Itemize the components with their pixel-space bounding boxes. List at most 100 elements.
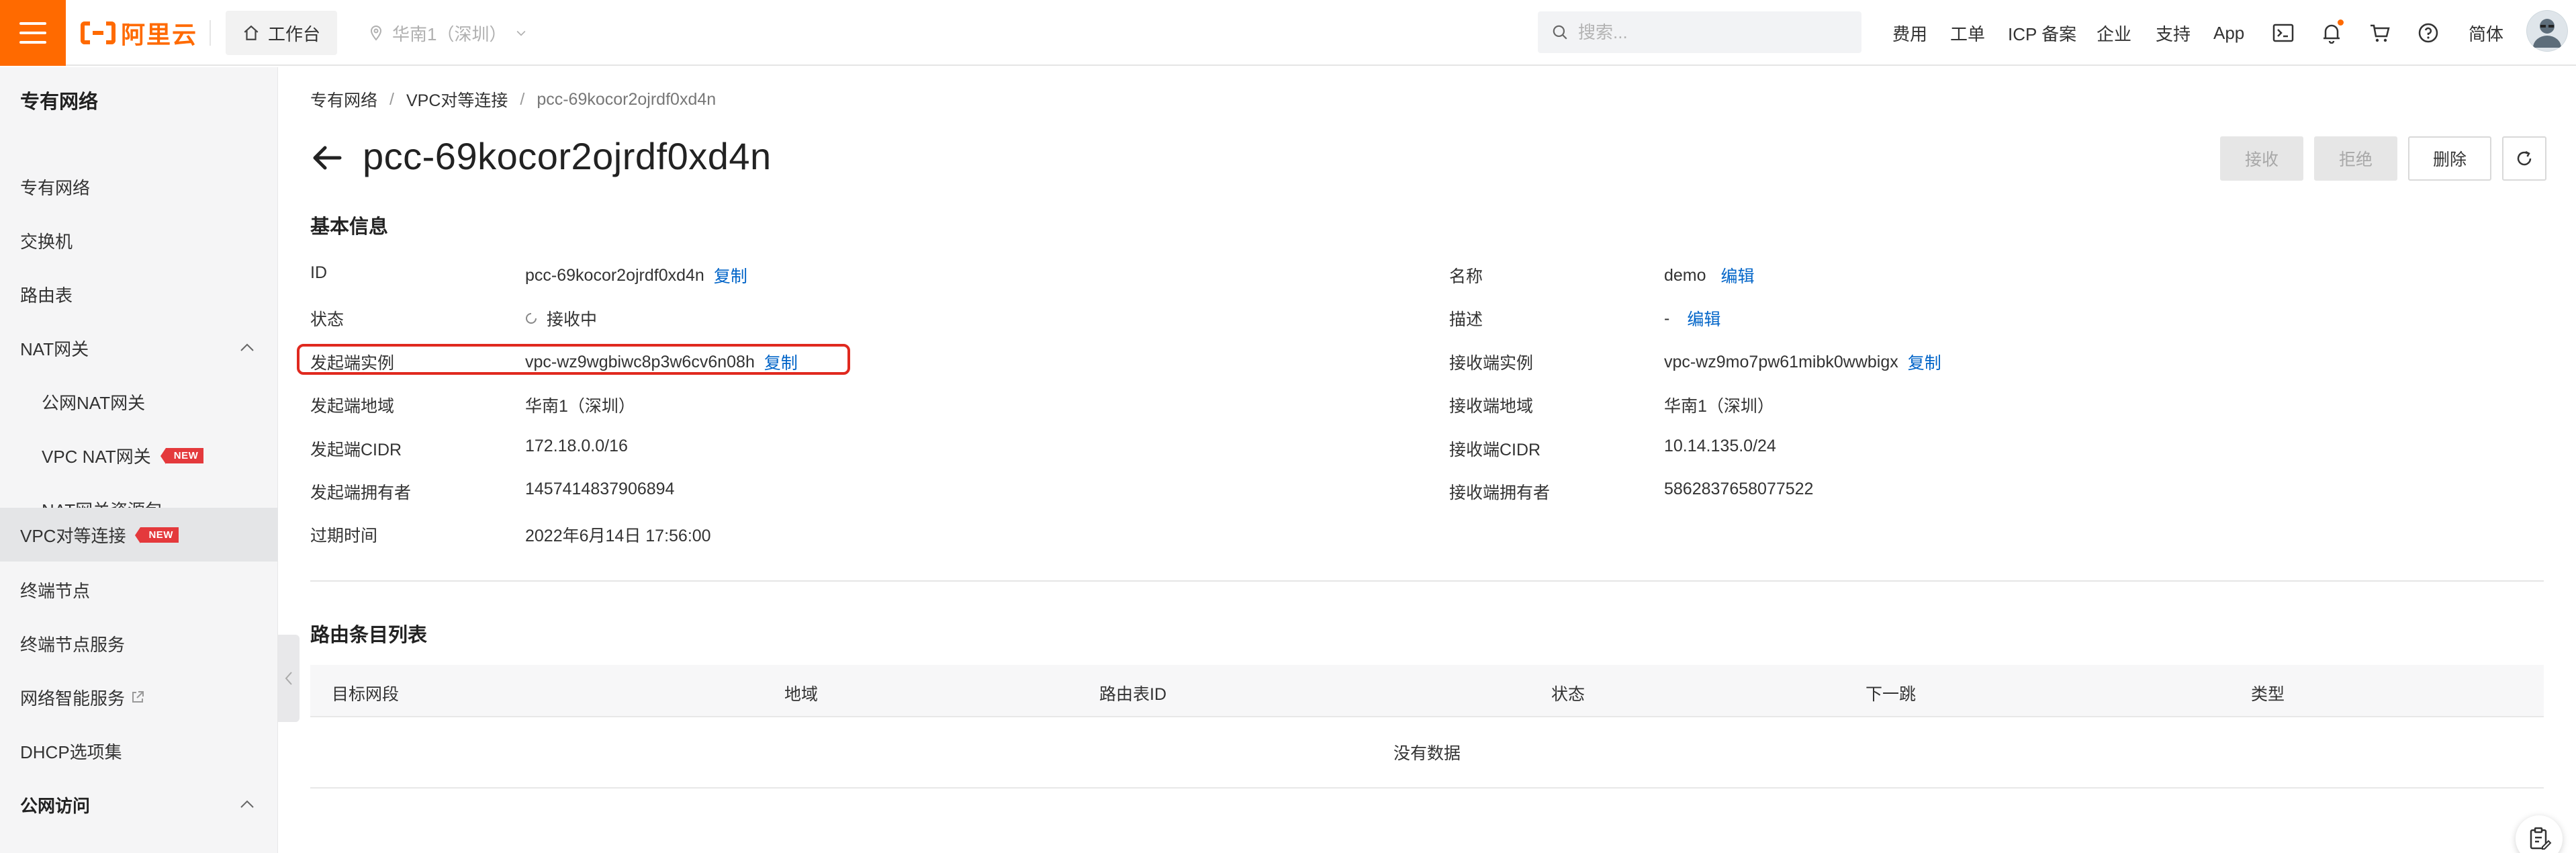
menu-icon[interactable] bbox=[0, 0, 66, 66]
sidebar-item-vpc-nat[interactable]: VPC NAT网关 NEW bbox=[0, 429, 278, 482]
route-table-empty: 没有数据 bbox=[310, 717, 2544, 789]
aliyun-logo[interactable]: 阿里云 bbox=[81, 15, 197, 51]
workbench-button[interactable]: 工作台 bbox=[226, 11, 337, 55]
nav-icp[interactable]: ICP 备案 bbox=[2008, 0, 2076, 66]
help-icon[interactable] bbox=[2413, 18, 2443, 48]
sidebar-title: 专有网络 bbox=[20, 91, 99, 113]
region-selector[interactable]: 华南1（深圳） bbox=[368, 11, 528, 55]
nav-support[interactable]: 支持 bbox=[2156, 0, 2191, 66]
basic-info-title: 基本信息 bbox=[310, 216, 389, 238]
delete-button[interactable]: 删除 bbox=[2408, 136, 2491, 181]
acceptor-region-value: 华南1（深圳） bbox=[1664, 397, 1774, 416]
loading-spinner-icon bbox=[526, 313, 537, 324]
initiator-instance-value: vpc-wz9wgbiwc8p3w6cv6n08h bbox=[525, 352, 755, 371]
sidebar-item-public-nat[interactable]: 公网NAT网关 bbox=[0, 375, 278, 429]
chevron-down-icon bbox=[517, 30, 526, 36]
top-navigation-bar: 阿里云 工作台 华南1（深圳） 费用 工单 ICP 备案 企业 支持 App 简… bbox=[0, 0, 2576, 66]
sidebar-item-nat-gateway[interactable]: NAT网关 bbox=[0, 321, 278, 375]
sidebar-item-route-table[interactable]: 路由表 bbox=[0, 267, 278, 321]
nav-enterprise[interactable]: 企业 bbox=[2097, 0, 2131, 66]
sidebar-item-label: 公网访问 bbox=[20, 795, 91, 816]
search-input[interactable] bbox=[1578, 21, 1847, 43]
language-switch[interactable]: 简体 bbox=[2469, 0, 2503, 66]
logo-mark bbox=[81, 21, 116, 44]
breadcrumb-vpc-peering[interactable]: VPC对等连接 bbox=[406, 87, 508, 111]
reject-button[interactable]: 拒绝 bbox=[2314, 136, 2397, 181]
acceptor-cidr-value: 10.14.135.0/24 bbox=[1664, 437, 1776, 455]
id-value: pcc-69kocor2ojrdf0xd4n bbox=[525, 265, 704, 285]
sidebar-item-network-intelligence[interactable]: 网络智能服务 bbox=[0, 670, 278, 724]
accept-button[interactable]: 接收 bbox=[2220, 136, 2303, 181]
page-title: pcc-69kocor2ojrdf0xd4n bbox=[363, 135, 772, 177]
sidebar-item-vpc-peering[interactable]: VPC对等连接 NEW bbox=[0, 508, 278, 562]
section-divider bbox=[310, 580, 2544, 582]
sidebar-item-label: 公网NAT网关 bbox=[42, 392, 146, 413]
sidebar-item-public-access[interactable]: 公网访问 bbox=[0, 778, 278, 832]
route-table-header: 目标网段 地域 路由表ID 状态 下一跳 类型 bbox=[310, 665, 2544, 717]
sidebar-item-dhcp-options[interactable]: DHCP选项集 bbox=[0, 724, 278, 778]
sidebar-item-label: 路由表 bbox=[20, 285, 73, 306]
sidebar-item-endpoint-service[interactable]: 终端节点服务 bbox=[0, 617, 278, 670]
breadcrumb-separator: / bbox=[389, 89, 394, 109]
copy-acceptor-instance-link[interactable]: 复制 bbox=[1908, 350, 1941, 374]
chevron-up-icon bbox=[240, 800, 254, 808]
sidebar-item-endpoint[interactable]: 终端节点 bbox=[0, 563, 278, 617]
sidebar-item-label: 交换机 bbox=[20, 231, 73, 252]
nav-billing[interactable]: 费用 bbox=[1892, 0, 1927, 66]
acceptor-region-label: 接收端地域 bbox=[1449, 397, 1534, 416]
column-destination-cidr: 目标网段 bbox=[332, 685, 400, 704]
feedback-button[interactable] bbox=[2516, 815, 2563, 853]
initiator-region-label: 发起端地域 bbox=[310, 397, 395, 416]
refresh-button[interactable] bbox=[2502, 136, 2546, 181]
breadcrumb-current: pcc-69kocor2ojrdf0xd4n bbox=[537, 89, 717, 109]
initiator-cidr-label: 发起端CIDR bbox=[310, 441, 402, 459]
column-status: 状态 bbox=[1551, 685, 1585, 704]
global-search bbox=[1538, 11, 1861, 53]
breadcrumb: 专有网络 / VPC对等连接 / pcc-69kocor2ojrdf0xd4n bbox=[310, 87, 716, 111]
notification-dot bbox=[2338, 19, 2344, 26]
expire-time-label: 过期时间 bbox=[310, 527, 378, 545]
sidebar-collapse-toggle[interactable] bbox=[278, 635, 300, 722]
status-label: 状态 bbox=[310, 310, 344, 329]
description-value-row: - 编辑 bbox=[1664, 306, 1720, 330]
back-arrow-icon[interactable] bbox=[310, 141, 344, 175]
sidebar-item-label: 专有网络 bbox=[20, 177, 91, 198]
nav-app[interactable]: App bbox=[2213, 0, 2244, 66]
copy-initiator-instance-link[interactable]: 复制 bbox=[764, 350, 798, 374]
sidebar-item-label: NAT网关 bbox=[20, 339, 89, 359]
nav-tickets[interactable]: 工单 bbox=[1950, 0, 1985, 66]
column-route-table-id: 路由表ID bbox=[1099, 685, 1167, 704]
breadcrumb-vpc[interactable]: 专有网络 bbox=[310, 87, 377, 111]
column-type: 类型 bbox=[2251, 685, 2285, 704]
topbar-divider bbox=[210, 20, 211, 46]
bell-icon[interactable] bbox=[2317, 18, 2346, 48]
status-value: 接收中 bbox=[547, 310, 598, 329]
initiator-owner-label: 发起端拥有者 bbox=[310, 484, 412, 502]
cart-icon[interactable] bbox=[2365, 18, 2395, 48]
initiator-instance-row: vpc-wz9wgbiwc8p3w6cv6n08h 复制 bbox=[525, 350, 798, 374]
sidebar-item-label: VPC NAT网关 bbox=[42, 446, 151, 467]
copy-id-link[interactable]: 复制 bbox=[714, 263, 747, 287]
sidebar-item-vswitch[interactable]: 交换机 bbox=[0, 214, 278, 267]
acceptor-instance-value: vpc-wz9mo7pw61mibk0wwbigx bbox=[1664, 352, 1898, 371]
acceptor-owner-value: 5862837658077522 bbox=[1664, 480, 1814, 498]
chevron-left-icon bbox=[285, 672, 292, 685]
id-value-row: pcc-69kocor2ojrdf0xd4n 复制 bbox=[525, 263, 747, 287]
acceptor-owner-label: 接收端拥有者 bbox=[1449, 484, 1551, 502]
avatar[interactable] bbox=[2526, 10, 2568, 52]
new-badge: NEW bbox=[160, 447, 204, 464]
edit-name-link[interactable]: 编辑 bbox=[1721, 263, 1755, 287]
sidebar-item-label: 终端节点 bbox=[20, 580, 91, 601]
name-value: demo bbox=[1664, 265, 1706, 285]
edit-description-link[interactable]: 编辑 bbox=[1687, 306, 1720, 330]
id-label: ID bbox=[310, 263, 327, 282]
search-icon[interactable] bbox=[1551, 24, 1569, 41]
initiator-region-value: 华南1（深圳） bbox=[525, 397, 635, 416]
chevron-up-icon bbox=[240, 343, 254, 351]
terminal-icon[interactable] bbox=[2268, 18, 2298, 48]
sidebar-item-label: VPC对等连接 bbox=[20, 525, 126, 546]
sidebar-item-label: 终端节点服务 bbox=[20, 634, 126, 655]
initiator-cidr-value: 172.18.0.0/16 bbox=[525, 437, 628, 455]
name-label: 名称 bbox=[1449, 267, 1483, 286]
sidebar-item-vpc[interactable]: 专有网络 bbox=[0, 160, 278, 214]
